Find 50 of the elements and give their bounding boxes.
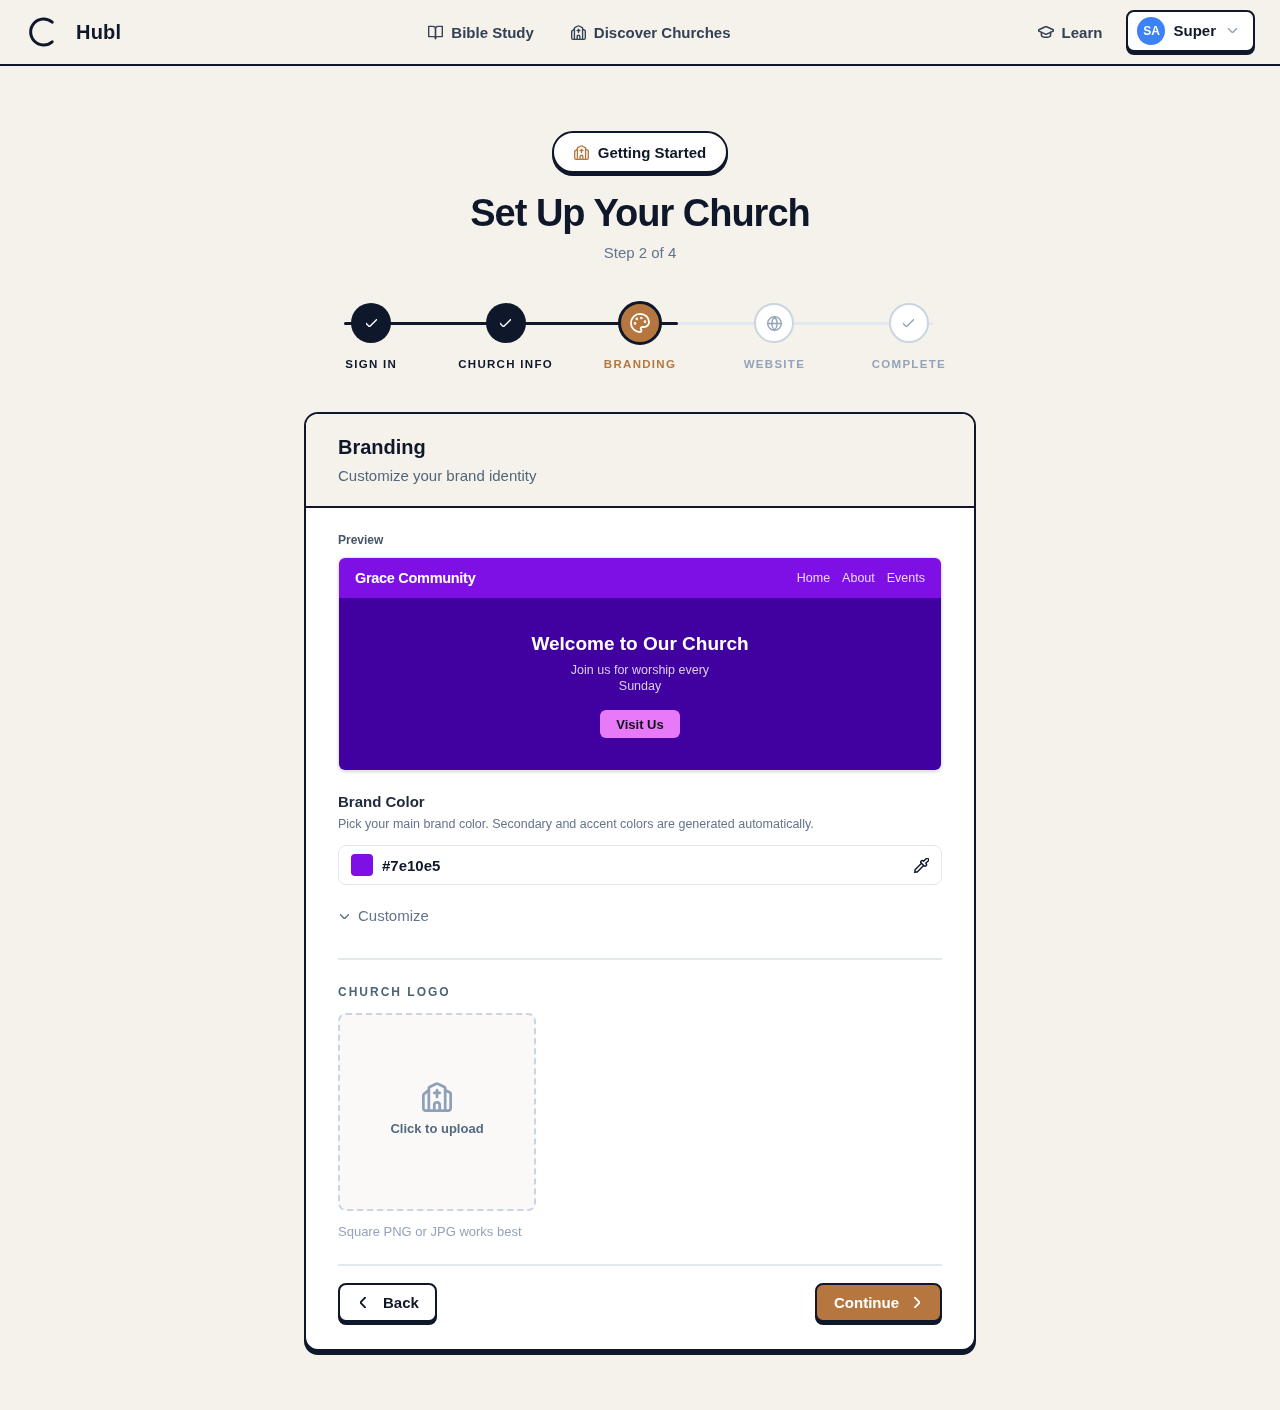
continue-button[interactable]: Continue: [815, 1283, 942, 1322]
brand-color-label: Brand Color: [338, 792, 426, 812]
user-name: Super: [1173, 22, 1216, 39]
page-title: Set Up Your Church: [470, 191, 810, 235]
avatar-initials: SA: [1137, 16, 1166, 45]
preview-cta-button[interactable]: Visit Us: [600, 710, 680, 738]
preview-hero-text: Join us for worship every Sunday: [569, 662, 711, 694]
preview-nav-link[interactable]: Home: [796, 571, 831, 585]
nav-link[interactable]: Bible Study: [428, 23, 534, 41]
church-logo-heading: CHURCH LOGO: [338, 984, 452, 1000]
caret-icon: [1228, 28, 1237, 33]
nav-link[interactable]: Discover Churches: [570, 23, 731, 41]
badge-label: Getting Started: [597, 143, 707, 161]
brand-color-help: Pick your main brand color. Secondary and accent colors are generated automatically.: [338, 816, 815, 832]
step-caption: Step 2 of 4: [603, 243, 677, 263]
card-title: Branding: [338, 435, 427, 460]
step-label: COMPLETE: [871, 357, 946, 371]
step-label: WEBSITE: [743, 357, 806, 371]
step-label: SIGN IN: [345, 357, 398, 371]
color-input-field[interactable]: #7e10e5: [338, 845, 942, 885]
logo-upload-area[interactable]: Click to upload: [338, 1013, 536, 1211]
logo-hint: Square PNG or JPG works best: [338, 1224, 523, 1240]
globe-icon: [766, 315, 782, 331]
step-label: CHURCH INFO: [458, 357, 553, 371]
card-subtitle: Customize your brand identity: [338, 466, 538, 486]
preview-site-name: Grace Community: [355, 570, 476, 586]
back-button[interactable]: Back: [338, 1283, 437, 1322]
learn-link[interactable]: Learn: [1037, 23, 1103, 41]
color-value: #7e10e5: [382, 856, 442, 874]
book-icon: [428, 24, 444, 40]
preview-nav-link[interactable]: About: [842, 571, 875, 585]
chevron-left-icon: [360, 1297, 366, 1308]
check-icon: [365, 319, 377, 327]
logo-text: Hubl: [76, 20, 122, 44]
check-icon: [500, 319, 512, 327]
check-icon: [903, 319, 915, 327]
preview-label: Preview: [338, 532, 385, 548]
eyedropper-icon[interactable]: [914, 857, 929, 873]
church-icon: [422, 1082, 452, 1112]
graduation-cap-icon: [1037, 26, 1054, 38]
palette-icon: [630, 313, 650, 333]
user-menu-button[interactable]: SA Super: [1126, 9, 1255, 52]
preview-hero-title: Welcome to Our Church: [531, 632, 749, 656]
step-label: BRANDING: [603, 357, 677, 371]
church-icon: [570, 24, 586, 40]
preview-nav-link[interactable]: Events: [886, 571, 925, 585]
chevron-right-icon: [914, 1297, 920, 1308]
upload-label: Click to upload: [390, 1121, 484, 1136]
customize-toggle[interactable]: Customize: [338, 906, 429, 926]
church-icon: [573, 144, 589, 160]
